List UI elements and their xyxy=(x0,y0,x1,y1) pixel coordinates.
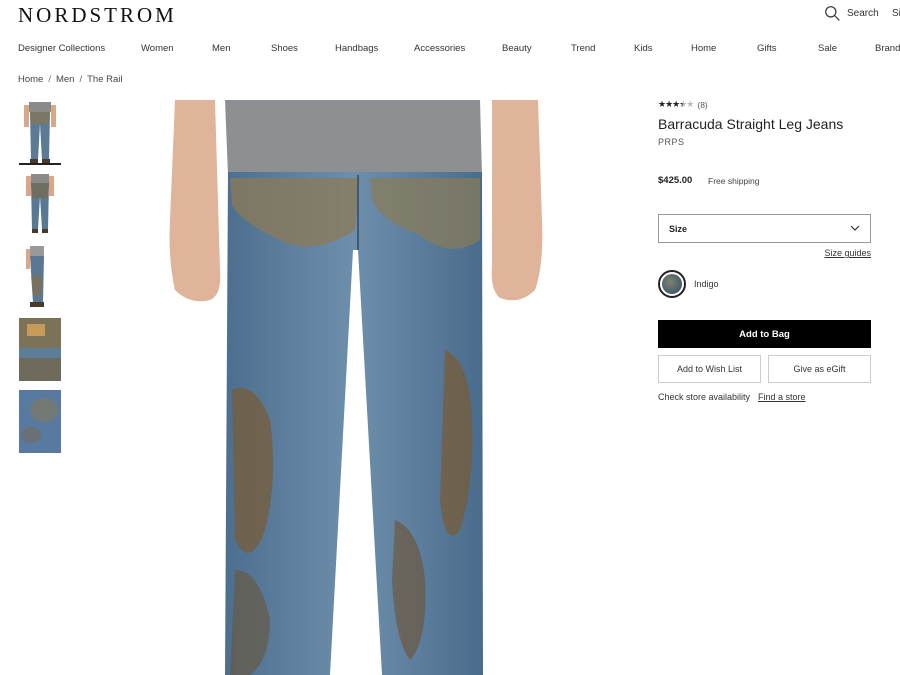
product-thumbnail-detail-pocket[interactable] xyxy=(19,318,61,381)
nav-item-women[interactable]: Women xyxy=(141,43,174,54)
product-thumbnail-side[interactable] xyxy=(19,246,61,309)
product-thumbnail-front[interactable] xyxy=(19,102,61,165)
nav-item-beauty[interactable]: Beauty xyxy=(502,43,532,54)
breadcrumb-the-rail[interactable]: The Rail xyxy=(87,74,122,85)
nav-item-home[interactable]: Home xyxy=(691,43,716,54)
nav-item-handbags[interactable]: Handbags xyxy=(335,43,378,54)
review-count[interactable]: (8) xyxy=(697,100,707,110)
search-label: Search xyxy=(847,8,879,19)
rating-star-empty: ★ xyxy=(686,99,694,109)
nav-item-accessories[interactable]: Accessories xyxy=(414,43,465,54)
product-thumbnail-back[interactable] xyxy=(19,174,61,237)
nordstrom-logo[interactable]: NORDSTROM xyxy=(18,3,177,28)
give-egift-button[interactable]: Give as eGift xyxy=(768,355,871,383)
nav-item-kids[interactable]: Kids xyxy=(634,43,652,54)
nav-item-gifts[interactable]: Gifts xyxy=(757,43,777,54)
product-title: Barracuda Straight Leg Jeans xyxy=(658,116,844,132)
find-a-store-link[interactable]: Find a store xyxy=(758,392,806,402)
nav-item-shoes[interactable]: Shoes xyxy=(271,43,298,54)
shipping-info: Free shipping xyxy=(708,176,760,186)
product-brand[interactable]: PRPS xyxy=(658,137,685,147)
breadcrumb: Home / Men / The Rail xyxy=(18,74,122,85)
size-guides-link[interactable]: Size guides xyxy=(824,248,871,258)
rating-stars: ★★★★★ xyxy=(658,99,694,110)
nav-item-designer-collections[interactable]: Designer Collections xyxy=(18,43,105,54)
sign-in-link[interactable]: Si xyxy=(892,8,900,19)
breadcrumb-separator: / xyxy=(48,74,51,85)
size-dropdown[interactable]: Size xyxy=(658,214,871,243)
add-to-wishlist-button[interactable]: Add to Wish List xyxy=(658,355,761,383)
rating-stars-filled: ★★★ xyxy=(658,99,680,109)
nav-item-brand[interactable]: Brand xyxy=(875,43,900,54)
breadcrumb-men[interactable]: Men xyxy=(56,74,74,85)
product-thumbnail-detail-fabric[interactable] xyxy=(19,390,61,453)
nav-item-men[interactable]: Men xyxy=(212,43,230,54)
swatch-fill xyxy=(662,274,682,294)
breadcrumb-home[interactable]: Home xyxy=(18,74,43,85)
search-button[interactable]: Search xyxy=(824,5,879,22)
product-rating[interactable]: ★★★★★ (8) xyxy=(658,99,708,110)
nav-item-sale[interactable]: Sale xyxy=(818,43,837,54)
size-dropdown-label: Size xyxy=(669,224,688,234)
check-store-availability-label: Check store availability xyxy=(658,392,751,402)
chevron-down-icon xyxy=(850,225,860,231)
add-to-bag-button[interactable]: Add to Bag xyxy=(658,320,871,348)
color-swatch-indigo[interactable] xyxy=(658,270,686,298)
top-navigation: Designer Collections Women Men Shoes Han… xyxy=(18,43,900,57)
product-price: $425.00 xyxy=(658,175,693,186)
breadcrumb-separator: / xyxy=(79,74,83,85)
product-main-image[interactable] xyxy=(160,100,550,675)
selected-color-name: Indigo xyxy=(694,279,719,289)
nav-item-trend[interactable]: Trend xyxy=(571,43,595,54)
search-icon xyxy=(825,6,840,21)
